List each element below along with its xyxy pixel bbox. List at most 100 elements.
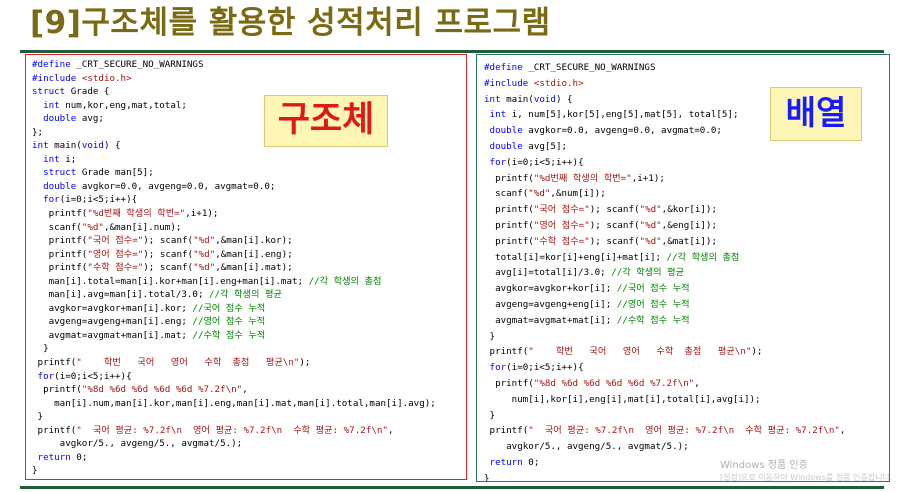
code-token: int <box>43 153 60 165</box>
code-token: ,&man[i].mat); <box>215 262 293 274</box>
code-token: "국어 점수=" <box>87 235 144 247</box>
code-token: "%d" <box>639 204 662 216</box>
watermark-subtitle: [설정]으로 이동하여 Windows를 정품 인증합니다. <box>720 473 893 482</box>
code-token: printf( <box>32 208 88 220</box>
code-line: avgkor=avgkor+man[i].kor; //국어 점수 누적 <box>32 302 436 316</box>
code-token: avgeng=avgeng+eng[i]; <box>484 298 617 310</box>
code-token: "%d" <box>528 188 551 200</box>
code-line: printf(" 학번 국어 영어 수학 총점 평균\n"); <box>484 344 845 360</box>
code-line: for(i=0;i<5;i++){ <box>484 360 845 376</box>
code-token: void <box>81 140 104 152</box>
code-token: ); scanf( <box>143 248 194 260</box>
code-token: " 국어 평균: %7.2f\n 영어 평균: %7.2f\n 수학 평균: %… <box>528 425 840 437</box>
code-line: scanf("%d",&num[i]); <box>484 186 845 202</box>
code-token: "%d" <box>193 248 216 260</box>
code-token: int <box>43 99 60 111</box>
code-token: Grade man[5]; <box>76 167 154 179</box>
code-token: double <box>43 113 77 125</box>
code-token: 0; <box>522 456 540 468</box>
code-token: "%d" <box>639 235 662 247</box>
code-token: printf( <box>484 172 534 184</box>
code-token: ,i+1); <box>185 208 219 220</box>
struct-code-panel: #define _CRT_SECURE_NO_WARNINGS #include … <box>25 54 467 480</box>
code-token: //각 학생의 평균 <box>209 289 282 301</box>
code-token: } <box>484 330 496 342</box>
code-line: for(i=0;i<5;i++){ <box>32 370 436 384</box>
code-token: total[i]=kor[i]+eng[i]+mat[i]; <box>484 251 667 263</box>
code-token: , <box>839 425 846 437</box>
code-token: //수학 점수 누적 <box>616 314 690 326</box>
code-token: ,&man[i].eng); <box>215 248 293 260</box>
code-line: } <box>32 410 436 424</box>
code-line: printf("%8d %6d %6d %6d %6d %7.2f\n", <box>32 383 436 397</box>
code-line: } <box>484 329 845 345</box>
slide-title-text: 구조체를 활용한 성적처리 프로그램 <box>81 5 551 41</box>
code-line: printf(" 국어 평균: %7.2f\n 영어 평균: %7.2f\n 수… <box>32 424 436 438</box>
footer-line <box>20 486 884 489</box>
code-token: "%d번째 학생의 학번=" <box>87 208 186 220</box>
code-token: double <box>43 180 77 192</box>
code-token: main( <box>48 140 82 152</box>
code-token: <stdio.h> <box>81 72 132 84</box>
code-token: //영어 점수 누적 <box>192 316 266 328</box>
code-token: i; <box>59 153 77 165</box>
code-token: ); scanf( <box>143 235 194 247</box>
code-token: num,kor,eng,mat,total; <box>59 99 187 111</box>
code-line: scanf("%d",&man[i].num); <box>32 221 436 235</box>
code-line: printf("%d번째 학생의 학번=",i+1); <box>484 171 845 187</box>
code-token: scanf( <box>32 221 82 233</box>
code-token: "국어 점수=" <box>533 204 590 216</box>
code-token: " 국어 평균: %7.2f\n 영어 평균: %7.2f\n 수학 평균: %… <box>76 424 388 436</box>
code-line: return 0; <box>32 451 436 465</box>
code-token: (i=0;i<5;i++){ <box>506 156 584 168</box>
code-token: scanf( <box>484 188 529 200</box>
code-token: struct <box>32 86 66 98</box>
code-token: printf( <box>484 235 534 247</box>
code-token: _CRT_SECURE_NO_WARNINGS <box>70 59 204 70</box>
code-token: for <box>43 194 60 206</box>
code-token: printf( <box>484 377 534 389</box>
code-token: printf( <box>484 346 529 358</box>
code-token: "%d" <box>81 221 104 233</box>
code-token: double <box>489 125 523 137</box>
code-token: #define <box>32 59 71 70</box>
code-token: ); scanf( <box>143 262 194 274</box>
code-token: printf( <box>32 424 77 436</box>
code-token: ,&man[i].num); <box>103 221 182 233</box>
code-token: avgmat=avgmat+man[i].mat; <box>32 329 193 341</box>
code-token: for <box>489 362 507 374</box>
code-token: (i=0;i<5;i++){ <box>506 362 584 374</box>
code-token: void <box>533 93 556 105</box>
code-line: printf("국어 점수="); scanf("%d",&kor[i]); <box>484 202 845 218</box>
code-token: }; <box>32 126 44 138</box>
code-token: , <box>694 377 700 389</box>
code-line: double avgkor=0.0, avgeng=0.0, avgmat=0.… <box>32 180 436 194</box>
code-token: , <box>242 384 248 396</box>
array-label-badge: 배열 <box>770 87 862 141</box>
code-token: avg[5]; <box>522 140 568 152</box>
code-token: avgkor/5., avgeng/5., avgmat/5.); <box>32 438 243 450</box>
title-underline <box>20 50 884 53</box>
code-token: printf( <box>32 384 82 396</box>
code-line: } <box>32 464 436 478</box>
code-token: //각 학생의 총점 <box>308 275 382 287</box>
windows-activation-watermark: Windows 정품 인증 [설정]으로 이동하여 Windows를 정품 인증… <box>720 460 892 484</box>
code-token: ); <box>299 357 311 369</box>
code-token: avg[i]=total[i]/3.0; <box>484 267 612 279</box>
code-token: " 학번 국어 영어 수학 총점 평균\n" <box>528 346 752 358</box>
code-token: ); <box>751 346 763 358</box>
code-line: printf("%8d %6d %6d %6d %6d %7.2f\n", <box>484 376 845 392</box>
code-token: "%d" <box>639 219 662 231</box>
code-token: ); scanf( <box>589 219 640 231</box>
code-line: #define _CRT_SECURE_NO_WARNINGS <box>484 60 845 76</box>
code-line: #include <stdio.h> <box>32 72 436 86</box>
code-token: //영어 점수 누적 <box>616 298 690 310</box>
code-token: #define <box>484 62 523 73</box>
code-token: ,&man[i].kor); <box>215 235 293 247</box>
code-token: , <box>387 424 394 436</box>
code-line: printf("국어 점수="); scanf("%d",&man[i].kor… <box>32 234 436 248</box>
code-line: avgeng=avgeng+man[i].eng; //영어 점수 누적 <box>32 315 436 329</box>
code-line: man[i].avg=man[i].total/3.0; //각 학생의 평균 <box>32 288 436 302</box>
